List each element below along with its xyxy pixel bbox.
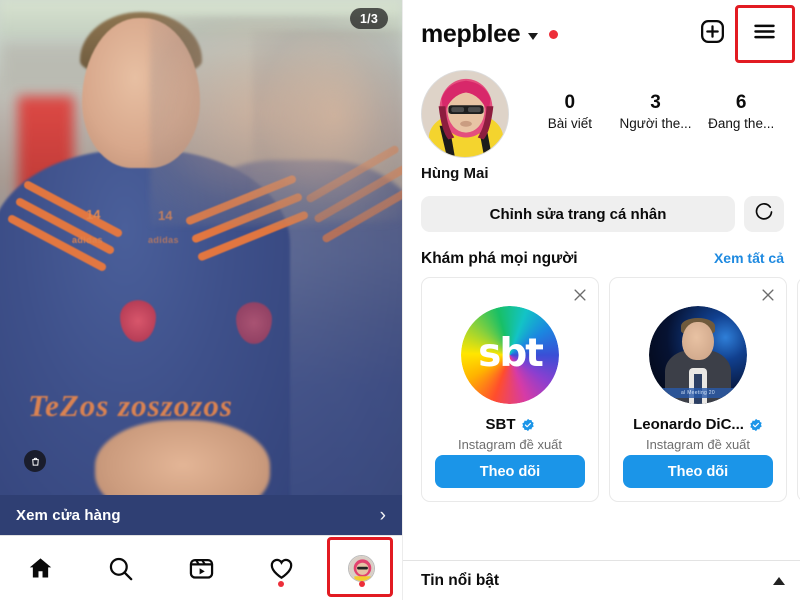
brand-mark: adidas [148,235,179,245]
stat-value: 0 [564,92,576,113]
bottom-navigation [0,535,402,600]
sbt-logo-text: sbt [478,331,544,376]
activity-badge-dot [278,581,285,587]
stat-followers[interactable]: 3 Người the... [613,92,699,131]
feed-post-panel: 14 14 adidas adidas TeZos zoszozos 1/3 X… [0,0,402,600]
shop-banner[interactable]: Xem cửa hàng › [0,495,402,535]
suggestion-avatar[interactable]: sbt [461,306,559,404]
jersey-number: 14 [158,208,173,223]
verified-badge-icon [521,418,535,432]
profile-avatar[interactable] [421,70,509,158]
suggestion-card[interactable]: sbt SBT Instagram đề xuất Theo dõi [421,277,599,502]
profile-summary: Hùng Mai 0 Bài viết 3 Người the... 6 Đan… [403,68,800,182]
plus-square-icon [699,18,726,50]
edit-profile-button[interactable]: Chỉnh sửa trang cá nhân [421,196,735,232]
suggestion-subtitle: Instagram đề xuất [645,437,751,452]
hamburger-menu-button[interactable] [742,12,786,56]
shopping-bag-icon[interactable] [24,450,46,472]
see-all-link[interactable]: Xem tất cả [714,250,784,266]
sponsor-text: TeZos zoszozos [28,388,233,423]
suggestion-name: Leonardo DiC... [633,416,744,433]
suggestion-card[interactable]: al Meeting 20 Leonardo DiC... Instagram … [609,277,787,502]
profile-actions: Chỉnh sửa trang cá nhân [403,182,800,232]
leo-face [682,322,714,360]
shop-banner-label: Xem cửa hàng [16,506,121,524]
profile-stats: 0 Bài viết 3 Người the... 6 Đang the... [527,70,784,131]
stat-value: 6 [735,92,747,113]
instagram-profile-panel: mepblee Hùng Mai 0 Bài viết 3 Người the.… [402,0,800,600]
follow-button[interactable]: Theo dõi [623,455,773,488]
heart-icon [268,555,295,582]
verified-badge-icon [749,418,763,432]
account-username[interactable]: mepblee [421,20,521,49]
search-icon [107,555,134,582]
unread-indicator-dot [549,29,559,39]
profile-display-name: Hùng Mai [421,165,489,182]
nav-item-profile[interactable] [322,536,402,600]
add-new-button[interactable] [690,12,734,56]
avatar [348,554,376,582]
stat-label: Người the... [619,115,692,131]
photo-reflection-2 [252,30,402,220]
profile-identity: Hùng Mai [421,70,527,182]
featured-stories-section[interactable]: Tin nổi bật [403,560,800,600]
nav-item-search[interactable] [80,536,160,600]
stat-following[interactable]: 6 Đang the... [698,92,784,131]
discover-section-header: Khám phá mọi người Xem tất cả [403,232,800,277]
sbt-rainbow-logo: sbt [461,306,559,404]
person-add-icon [754,202,774,227]
suggestion-avatar[interactable]: al Meeting 20 [649,306,747,404]
suggestion-subtitle: Instagram đề xuất [457,437,563,452]
nav-item-reels[interactable] [161,536,241,600]
featured-title: Tin nổi bật [421,571,500,589]
post-photo[interactable]: 14 14 adidas adidas TeZos zoszozos [0,0,402,535]
reels-icon [188,555,215,582]
stat-label: Bài viết [547,115,592,131]
chevron-right-icon: › [379,504,386,526]
chevron-down-icon[interactable] [528,33,539,40]
profile-badge-dot [358,581,365,587]
close-icon[interactable] [571,286,589,304]
nav-item-activity[interactable] [241,536,321,600]
suggestion-name-row: SBT [486,416,535,433]
leo-banner-text: al Meeting 20 [649,388,747,398]
follow-button[interactable]: Theo dõi [435,455,585,488]
discover-title: Khám phá mọi người [421,250,578,267]
leonardo-photo: al Meeting 20 [649,306,747,404]
suggestion-name: SBT [485,416,516,433]
jersey-number: 14 [86,207,101,222]
profile-header: mepblee [403,0,800,68]
hamburger-menu-icon [751,18,778,50]
discover-people-button[interactable] [744,196,784,232]
stat-label: Đang the... [708,115,775,131]
chevron-up-icon[interactable] [773,576,785,585]
carousel-indicator: 1/3 [350,8,388,29]
discover-cards-list[interactable]: sbt SBT Instagram đề xuất Theo dõi al Me… [403,277,800,502]
nav-item-home[interactable] [0,536,80,600]
brand-mark: adidas [72,235,103,245]
home-icon [27,555,54,582]
suggestion-name-row: Leonardo DiC... [633,416,763,433]
stat-value: 3 [650,92,661,113]
stat-posts[interactable]: 0 Bài viết [527,92,613,131]
close-icon[interactable] [759,286,777,304]
